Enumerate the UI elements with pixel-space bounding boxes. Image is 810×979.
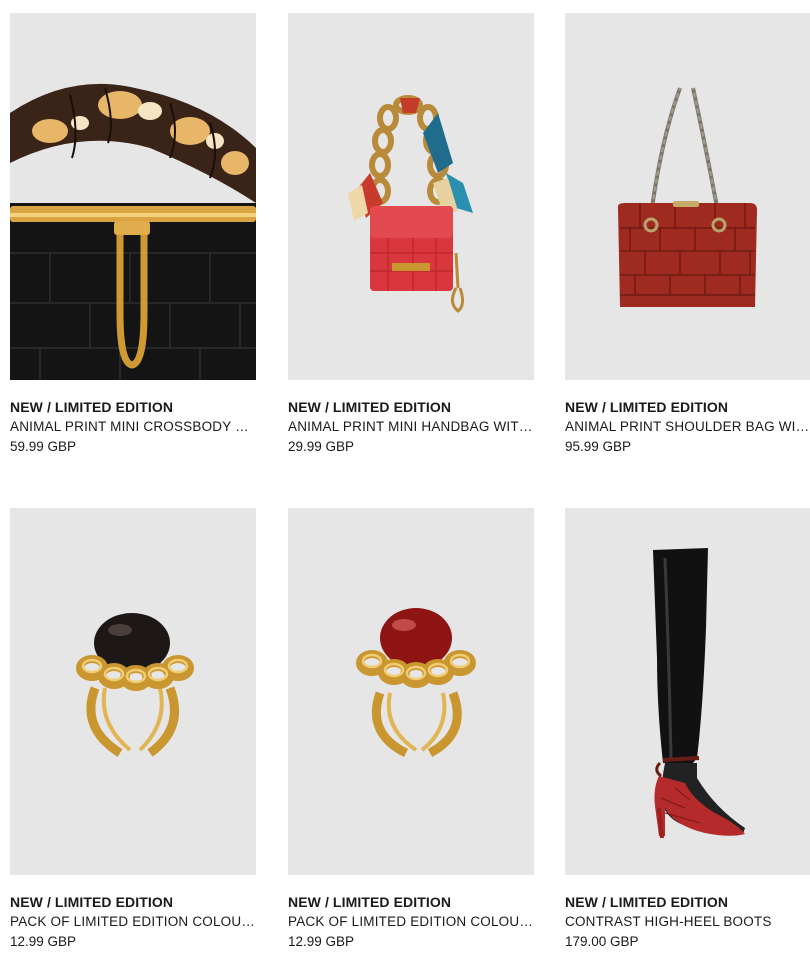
product-card[interactable]: NEW / LIMITED EDITION ANIMAL PRINT SHOUL… (565, 13, 810, 455)
product-image[interactable] (288, 508, 534, 875)
red-croc-shoulder-bag-icon (617, 87, 757, 307)
product-card[interactable]: NEW / LIMITED EDITION CONTRAST HIGH-HEEL… (565, 508, 810, 950)
black-croc-bag-scarf-handle-icon (10, 83, 256, 380)
product-image[interactable] (288, 13, 534, 380)
product-badge: NEW / LIMITED EDITION (288, 399, 452, 415)
black-stone-gold-chain-ring-icon (76, 613, 194, 757)
product-badge: NEW / LIMITED EDITION (565, 894, 729, 910)
product-grid: NEW / LIMITED EDITION ANIMAL PRINT MINI … (0, 0, 810, 979)
product-image[interactable] (10, 13, 256, 380)
product-name[interactable]: PACK OF LIMITED EDITION COLOURED RINGS (288, 914, 534, 930)
product-badge: NEW / LIMITED EDITION (288, 894, 452, 910)
product-card[interactable]: NEW / LIMITED EDITION PACK OF LIMITED ED… (10, 508, 256, 950)
product-price: 12.99 GBP (288, 934, 355, 949)
product-card[interactable]: NEW / LIMITED EDITION ANIMAL PRINT MINI … (288, 13, 534, 455)
red-mini-handbag-chain-icon (348, 95, 473, 313)
product-price: 29.99 GBP (288, 439, 355, 454)
product-price: 179.00 GBP (565, 934, 639, 949)
product-name[interactable]: PACK OF LIMITED EDITION COLOURED RINGS (10, 914, 256, 930)
product-badge: NEW / LIMITED EDITION (565, 399, 729, 415)
product-image[interactable] (565, 13, 810, 380)
red-stone-gold-chain-ring-icon (356, 608, 476, 758)
product-card[interactable]: NEW / LIMITED EDITION PACK OF LIMITED ED… (288, 508, 534, 950)
product-badge: NEW / LIMITED EDITION (10, 399, 174, 415)
product-image[interactable] (10, 508, 256, 875)
product-image[interactable] (565, 508, 810, 875)
product-name[interactable]: ANIMAL PRINT MINI CROSSBODY BAG WITH SCA… (10, 419, 256, 435)
product-card[interactable]: NEW / LIMITED EDITION ANIMAL PRINT MINI … (10, 13, 256, 455)
product-price: 59.99 GBP (10, 439, 77, 454)
product-name[interactable]: ANIMAL PRINT SHOULDER BAG WITH CHAIN (565, 419, 810, 435)
product-name[interactable]: CONTRAST HIGH-HEEL BOOTS (565, 914, 810, 930)
product-price: 12.99 GBP (10, 934, 77, 949)
black-over-knee-boot-red-heel-icon (653, 548, 745, 838)
product-badge: NEW / LIMITED EDITION (10, 894, 174, 910)
product-price: 95.99 GBP (565, 439, 632, 454)
product-name[interactable]: ANIMAL PRINT MINI HANDBAG WITH CHAIN (288, 419, 534, 435)
